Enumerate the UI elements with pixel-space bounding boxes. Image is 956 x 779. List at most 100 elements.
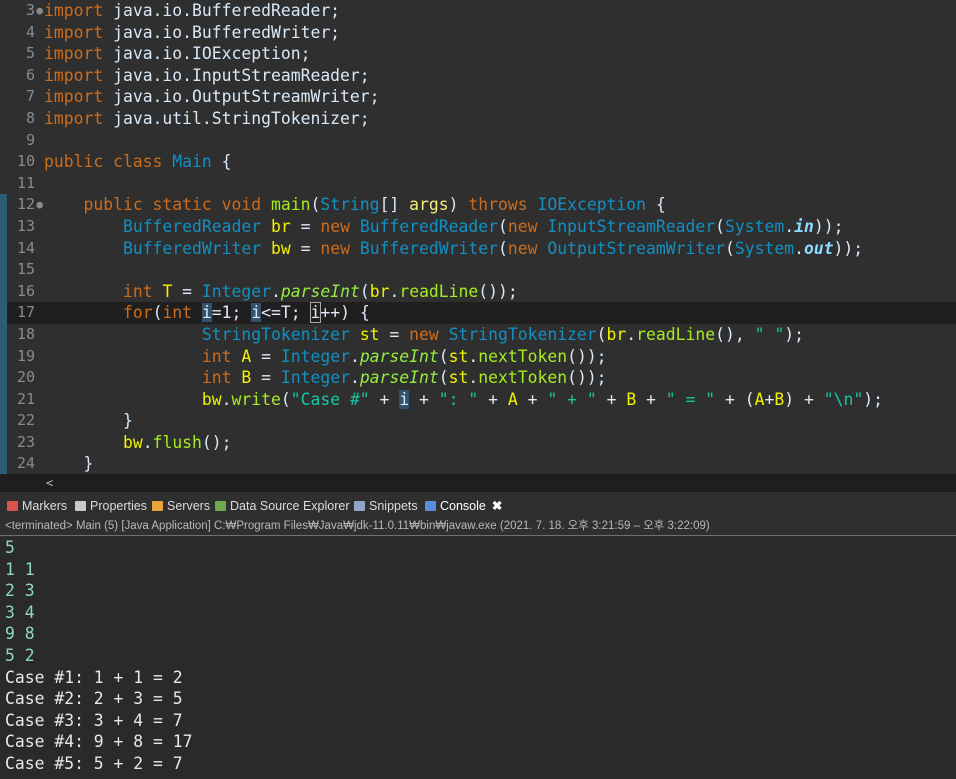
code-token: java.io.BufferedWriter; [103,22,341,42]
code-line[interactable]: 20 int B = Integer.parseInt(st.nextToken… [0,367,956,389]
code-token: parseInt [359,346,439,366]
code-text: import java.io.InputStreamReader; [44,65,370,87]
code-token: new [320,216,360,236]
fold-icon[interactable]: ● [36,0,43,22]
change-marker [0,237,7,260]
code-token: + [478,389,508,409]
code-line[interactable]: 9 [0,130,956,152]
line-gutter: 16 [0,280,40,303]
scroll-left-icon[interactable]: < [46,474,53,492]
code-line[interactable]: 19 int A = Integer.parseInt(st.nextToken… [0,345,956,368]
code-line[interactable]: 7 import java.io.OutputStreamWriter; [0,86,956,108]
code-token: i [399,389,410,409]
code-token: " + " [547,389,597,409]
code-token: B [774,389,785,409]
line-number: 10 [16,152,35,171]
line-gutter: 12 ● [0,194,43,216]
code-token: ( [152,303,163,323]
code-token: nextToken [478,346,568,366]
code-line[interactable]: 23 bw.flush(); [0,431,956,454]
code-token: = [172,281,202,301]
tab-label: Snippets [369,499,418,513]
servers-icon [152,501,163,511]
code-token: A [507,389,518,409]
code-token: " " [754,324,785,344]
code-token: . [626,324,637,344]
code-line[interactable]: 12 ● public static void main(String[] arg… [0,194,956,216]
code-token: } [44,454,94,474]
code-line[interactable]: 16 int T = Integer.parseInt(br.readLine(… [0,280,956,303]
code-line[interactable]: 13 BufferedReader br = new BufferedReade… [0,215,956,238]
fold-icon[interactable]: ● [36,194,43,216]
change-marker [0,345,7,368]
line-number: 16 [16,281,35,300]
console-input-line: 2 3 [5,581,35,601]
tab-servers[interactable]: Servers [152,496,210,516]
code-line[interactable]: 3 ● import java.io.BufferedReader; [0,0,956,22]
code-line[interactable]: 22 } [0,410,956,432]
horizontal-scrollbar[interactable]: < [0,474,956,492]
code-token: throws [468,195,538,215]
code-token: java.io.IOException; [103,44,311,64]
code-line[interactable]: 15 [0,259,956,281]
code-line[interactable]: 21 bw.write("Case #" + i + ": " + A + " … [0,388,956,411]
tab-markers[interactable]: Markers [7,496,67,516]
line-number: 9 [25,130,35,149]
close-icon[interactable]: ✖ [492,499,502,513]
code-token: flush [152,432,202,452]
code-line[interactable]: 8 import java.util.StringTokenizer; [0,108,956,130]
tab-data-source-explorer[interactable]: Data Source Explorer [215,496,350,516]
console-output[interactable]: 51 12 33 49 85 2 Case #1: 1 + 1 = 2 Case #… [0,537,956,779]
code-token: ( [310,195,321,215]
code-token: "Case #" [290,389,370,409]
line-number: 19 [16,346,35,365]
code-token: . [349,346,360,366]
code-token: ( [280,389,291,409]
tab-properties[interactable]: Properties [75,496,147,516]
code-token: new [409,324,449,344]
code-text: BufferedReader br = new BufferedReader(n… [44,216,843,238]
line-gutter: 18 [0,323,40,346]
console-status: <terminated> Main (5) [Java Application]… [0,517,956,536]
code-token: ); [863,389,883,409]
code-line[interactable]: 5 import java.io.IOException; [0,43,956,65]
code-line[interactable]: 10 public class Main { [0,151,956,173]
line-gutter: 6 [0,65,40,87]
code-token: . [349,368,360,388]
code-text: int T = Integer.parseInt(br.readLine()); [44,281,518,303]
code-token: = [379,324,410,344]
code-line[interactable]: 11 [0,173,956,195]
tab-console[interactable]: Console ✖ [425,496,502,516]
console-input-line: 5 2 [5,645,35,665]
change-marker [0,302,7,324]
code-token: import [44,22,104,42]
line-number: 4 [25,22,35,41]
console-output-line: Case #3: 3 + 4 = 7 [5,710,183,730]
snippets-icon [354,501,365,511]
line-number: 21 [16,389,35,408]
code-editor[interactable]: 3 ● import java.io.BufferedReader; 4 import … [0,0,956,475]
code-line[interactable]: 6 import java.io.InputStreamReader; [0,65,956,87]
line-gutter: 17 [0,302,40,324]
code-line[interactable]: 17 for(int i=1; i<=T; i++) { [0,302,956,324]
code-token: ( [438,368,449,388]
code-token: = [290,238,321,258]
code-token: (); [201,432,232,452]
code-line[interactable]: 18 StringTokenizer st = new StringTokeni… [0,323,956,346]
code-line[interactable]: 14 BufferedWriter bw = new BufferedWrite… [0,237,956,260]
code-token: A [241,346,252,366]
code-line[interactable]: 4 import java.io.BufferedWriter; [0,22,956,44]
view-tabs: Markers Properties Servers Data Source Expl… [0,496,956,516]
tab-snippets[interactable]: Snippets [354,496,418,516]
line-number: 23 [16,432,35,451]
code-token: StringTokenizer [448,324,597,344]
code-token: int [122,281,163,301]
code-token: readLine [636,324,716,344]
line-gutter: 7 [0,86,40,108]
line-gutter: 13 [0,215,40,238]
line-number: 18 [16,324,35,343]
code-line[interactable]: 24 } [0,453,956,475]
code-text: bw.write("Case #" + i + ": " + A + " + "… [44,389,883,411]
code-token: = [290,216,321,236]
